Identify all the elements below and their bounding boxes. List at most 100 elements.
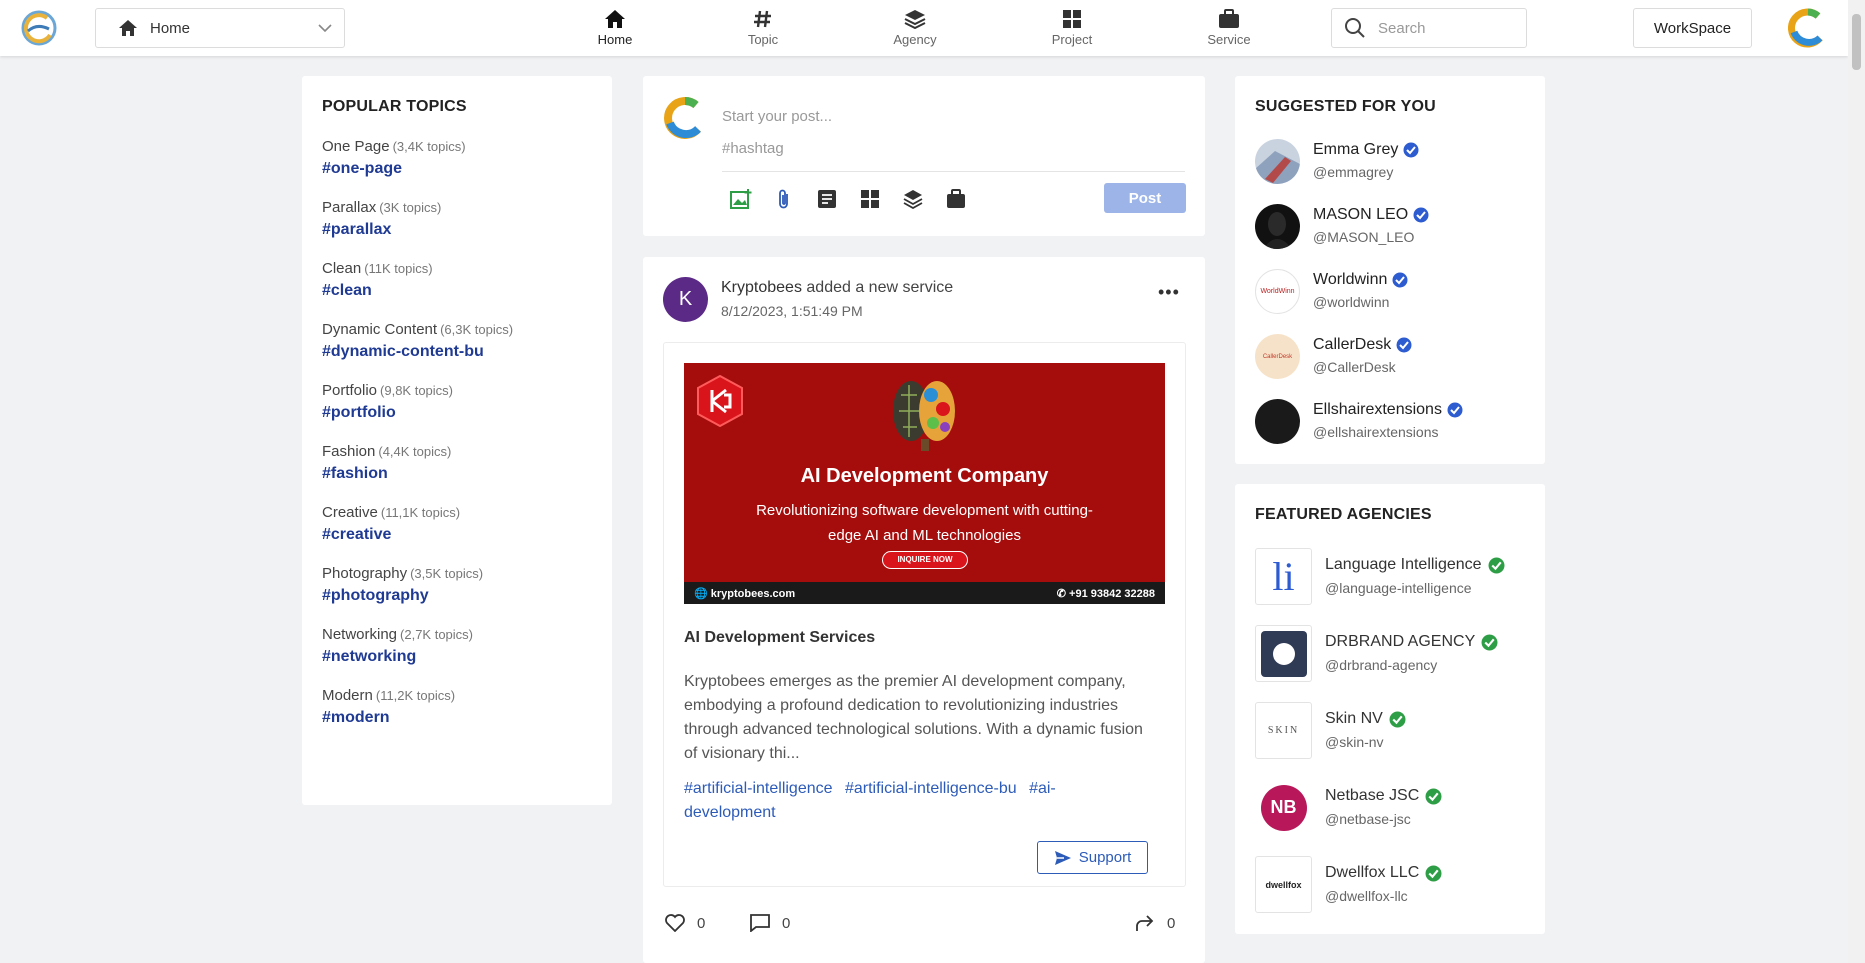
page-scrollbar[interactable] — [1848, 0, 1865, 963]
nav-project[interactable]: Project — [1017, 0, 1127, 56]
service-title[interactable]: AI Development Services — [684, 629, 875, 647]
post-actions: 0 0 0 — [665, 914, 1175, 940]
tag-link[interactable]: #artificial-intelligence-bu — [845, 780, 1017, 797]
home-dropdown-label: Home — [150, 19, 191, 37]
featured-agencies-card: FEATURED AGENCIES li Language Intelligen… — [1235, 484, 1545, 934]
agency-logo: li — [1255, 548, 1312, 605]
topic-name: Parallax — [322, 199, 377, 216]
user-avatar[interactable] — [1787, 8, 1828, 48]
topic-hashtag-link[interactable]: #fashion — [322, 465, 592, 483]
avatar: CallerDesk — [1255, 334, 1300, 379]
scrollbar-thumb[interactable] — [1852, 14, 1861, 70]
search-box[interactable] — [1331, 8, 1527, 48]
search-icon — [1345, 18, 1365, 38]
agency-item[interactable]: li Language Intelligence @language-intel… — [1255, 548, 1525, 606]
suggested-person[interactable]: Emma Grey @emmagrey — [1255, 139, 1525, 185]
topic-item: Dynamic Content (6,3K topics) #dynamic-con… — [322, 321, 592, 361]
add-image-icon[interactable] — [728, 186, 753, 211]
netbase-logo-icon: NB — [1260, 784, 1307, 831]
suggested-person[interactable]: CallerDesk CallerDesk @CallerDesk — [1255, 334, 1525, 380]
featured-agencies-title: FEATURED AGENCIES — [1255, 506, 1432, 523]
nav-service[interactable]: Service — [1174, 0, 1284, 56]
verified-icon — [1403, 142, 1419, 158]
post-text-input[interactable]: Start your post... — [722, 108, 832, 125]
grid-icon[interactable] — [857, 186, 882, 211]
service-banner-image: AI Development Company Revolutionizing s… — [684, 363, 1165, 604]
agency-item[interactable]: dwellfox Dwellfox LLC @dwellfox-llc — [1255, 856, 1525, 914]
service-description: Kryptobees emerges as the premier AI dev… — [684, 673, 1143, 762]
verified-icon — [1413, 207, 1429, 223]
topic-name: Modern — [322, 687, 373, 704]
post-composer: Start your post... #hashtag Post — [643, 76, 1205, 236]
agency-logo: dwellfox — [1255, 856, 1312, 913]
agency-item[interactable]: NB Netbase JSC @netbase-jsc — [1255, 779, 1525, 837]
top-navigation-bar: Home Home Topic Agency Project Service W… — [0, 0, 1848, 56]
post-author[interactable]: Kryptobees — [721, 279, 802, 296]
kryptobees-logo-icon — [697, 375, 743, 427]
person-handle: @worldwinn — [1313, 294, 1390, 310]
nav-home[interactable]: Home — [560, 0, 670, 56]
verified-icon — [1396, 337, 1412, 353]
support-button[interactable]: Support — [1037, 841, 1148, 874]
banner-subheading: Revolutionizing software development wit… — [756, 502, 1093, 544]
author-avatar[interactable]: K — [663, 277, 708, 322]
banner-phone-text: +91 93842 32288 — [1069, 587, 1155, 600]
comment-icon — [750, 914, 770, 932]
agency-handle: @skin-nv — [1325, 734, 1384, 750]
person-name: Ellshairextensions — [1313, 401, 1442, 418]
topic-hashtag-link[interactable]: #clean — [322, 282, 592, 300]
topic-item: Modern (11,2K topics) #modern — [322, 687, 592, 727]
agency-item[interactable]: DRBRAND AGENCY @drbrand-agency — [1255, 625, 1525, 683]
topic-hashtag-link[interactable]: #creative — [322, 526, 592, 544]
home-dropdown[interactable]: Home — [95, 8, 345, 48]
post-action: added a new service — [806, 279, 954, 296]
topic-count: (11,2K topics) — [375, 688, 456, 703]
topic-hashtag-link[interactable]: #parallax — [322, 221, 592, 239]
topic-hashtag-link[interactable]: #dynamic-content-bu — [322, 343, 592, 361]
topic-hashtag-link[interactable]: #portfolio — [322, 404, 592, 422]
agency-logo: SKIN — [1255, 702, 1312, 759]
person-handle: @ellshairextensions — [1313, 424, 1439, 440]
layers-icon[interactable] — [900, 186, 925, 211]
agency-name: DRBRAND AGENCY — [1325, 633, 1476, 650]
topic-hashtag-link[interactable]: #photography — [322, 587, 592, 605]
more-options-icon[interactable]: ••• — [1158, 282, 1180, 303]
topic-hashtag-link[interactable]: #one-page — [322, 160, 592, 178]
service-card[interactable]: AI Development Company Revolutionizing s… — [663, 342, 1186, 887]
comment-button[interactable]: 0 — [750, 914, 790, 932]
topic-hashtag-link[interactable]: #networking — [322, 648, 592, 666]
attachment-icon[interactable] — [771, 186, 796, 211]
topic-count: (11,1K topics) — [380, 505, 461, 520]
workspace-button[interactable]: WorkSpace — [1633, 8, 1752, 48]
verified-icon — [1425, 865, 1442, 881]
suggested-person[interactable]: MASON LEO @MASON_LEO — [1255, 204, 1525, 250]
tag-link[interactable]: #artificial-intelligence — [684, 780, 833, 797]
verified-icon — [1425, 788, 1442, 804]
search-input[interactable] — [1378, 19, 1518, 37]
topic-count: (9,8K topics) — [380, 383, 454, 398]
post-button[interactable]: Post — [1104, 183, 1186, 213]
composer-divider — [722, 171, 1185, 172]
banner-footer: 🌐 kryptobees.com ✆ +91 93842 32288 — [684, 582, 1165, 604]
avatar — [1255, 399, 1300, 444]
share-button[interactable]: 0 — [1135, 914, 1175, 932]
support-button-label: Support — [1078, 849, 1132, 866]
agency-item[interactable]: SKIN Skin NV @skin-nv — [1255, 702, 1525, 760]
topic-count: (2,7K topics) — [400, 627, 474, 642]
home-icon — [605, 10, 625, 28]
topic-item: Clean (11K topics) #clean — [322, 260, 592, 300]
nav-topic[interactable]: Topic — [708, 0, 818, 56]
topic-count: (6,3K topics) — [440, 322, 514, 337]
nav-agency[interactable]: Agency — [860, 0, 970, 56]
brand-logo-icon[interactable] — [20, 9, 58, 47]
hashtag-input[interactable]: #hashtag — [722, 140, 784, 157]
topic-hashtag-link[interactable]: #modern — [322, 709, 592, 727]
like-button[interactable]: 0 — [665, 914, 705, 932]
briefcase-icon[interactable] — [943, 186, 968, 211]
suggested-card: SUGGESTED FOR YOU Emma Grey @emmagrey MA… — [1235, 76, 1545, 464]
nav-home-label: Home — [597, 32, 633, 47]
suggested-title: SUGGESTED FOR YOU — [1255, 98, 1436, 115]
suggested-person[interactable]: Ellshairextensions @ellshairextensions — [1255, 399, 1525, 445]
suggested-person[interactable]: WorldWinn Worldwinn @worldwinn — [1255, 269, 1525, 315]
document-icon[interactable] — [814, 186, 839, 211]
